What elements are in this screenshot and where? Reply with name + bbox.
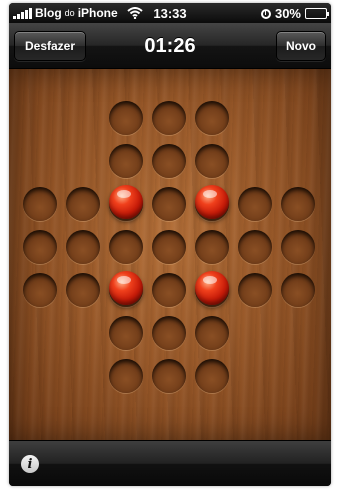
- board-hole[interactable]: [195, 230, 229, 264]
- board-hole[interactable]: [152, 273, 186, 307]
- board-hole[interactable]: [66, 187, 100, 221]
- bottom-bar: i: [9, 440, 331, 486]
- peg-marble[interactable]: [195, 185, 229, 219]
- info-icon[interactable]: i: [21, 455, 39, 473]
- board-hole[interactable]: [195, 101, 229, 135]
- board-hole[interactable]: [152, 359, 186, 393]
- peg-marble[interactable]: [109, 271, 143, 305]
- phone-screen: Blog do iPhone 13:33 30% Desfazer 01:26 …: [9, 3, 331, 486]
- board-hole[interactable]: [66, 230, 100, 264]
- board-hole[interactable]: [238, 273, 272, 307]
- peg-marble[interactable]: [195, 271, 229, 305]
- status-bar: Blog do iPhone 13:33 30%: [9, 3, 331, 23]
- board-hole[interactable]: [109, 230, 143, 264]
- board-hole[interactable]: [238, 230, 272, 264]
- board-hole[interactable]: [281, 273, 315, 307]
- board-hole[interactable]: [195, 359, 229, 393]
- board-hole[interactable]: [195, 144, 229, 178]
- board-hole[interactable]: [281, 230, 315, 264]
- board-hole[interactable]: [109, 101, 143, 135]
- board-hole[interactable]: [152, 230, 186, 264]
- game-board: [9, 69, 331, 440]
- board-hole[interactable]: [66, 273, 100, 307]
- board-hole[interactable]: [109, 316, 143, 350]
- board-hole[interactable]: [152, 187, 186, 221]
- board-hole[interactable]: [152, 316, 186, 350]
- new-game-button[interactable]: Novo: [276, 31, 326, 61]
- nav-bar: Desfazer 01:26 Novo: [9, 23, 331, 69]
- battery-icon: [305, 8, 329, 19]
- board-hole[interactable]: [23, 273, 57, 307]
- board-hole[interactable]: [109, 144, 143, 178]
- status-right: 30%: [260, 6, 329, 21]
- peg-marble[interactable]: [109, 185, 143, 219]
- board-hole[interactable]: [238, 187, 272, 221]
- board-hole[interactable]: [281, 187, 315, 221]
- battery-percent: 30%: [274, 6, 301, 21]
- board-hole[interactable]: [23, 230, 57, 264]
- board-hole[interactable]: [152, 101, 186, 135]
- board-hole[interactable]: [152, 144, 186, 178]
- board-hole[interactable]: [109, 359, 143, 393]
- board-hole[interactable]: [195, 316, 229, 350]
- board-hole[interactable]: [23, 187, 57, 221]
- alarm-icon: [260, 8, 271, 19]
